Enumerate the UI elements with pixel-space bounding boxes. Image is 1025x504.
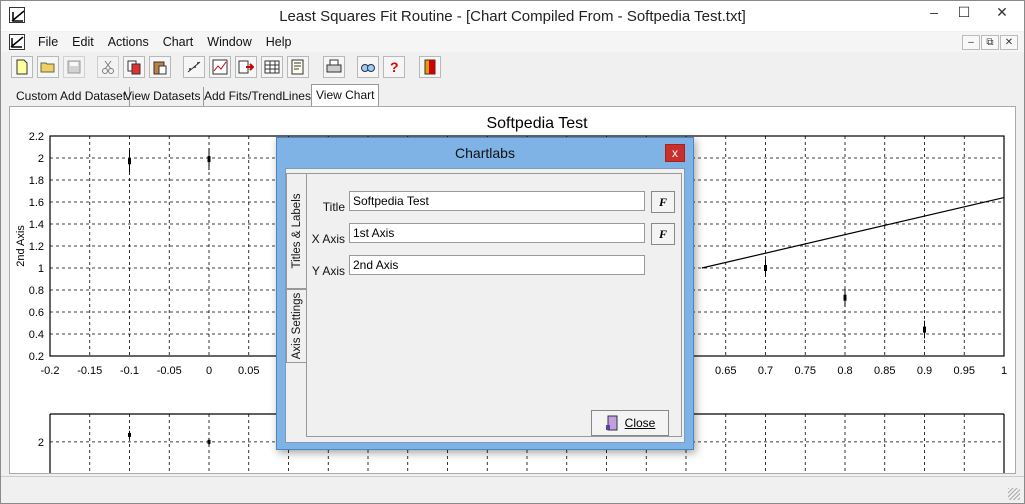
x-tick-label: -0.15 bbox=[77, 365, 102, 377]
menu-file[interactable]: File bbox=[31, 35, 65, 49]
dialog-title: Chartlabs bbox=[455, 145, 515, 161]
report-icon[interactable] bbox=[287, 56, 309, 78]
find-icon[interactable] bbox=[357, 56, 379, 78]
tab-view-chart[interactable]: View Chart bbox=[311, 84, 380, 107]
maximize-button[interactable]: ☐ bbox=[949, 1, 979, 23]
menu-edit[interactable]: Edit bbox=[65, 35, 101, 49]
menu-window[interactable]: Window bbox=[200, 35, 258, 49]
x-axis-label: X Axis bbox=[311, 232, 345, 246]
y-axis-title: 2nd Axis bbox=[15, 225, 27, 267]
tab-add-fits-trendlines[interactable]: Add Fits/TrendLines bbox=[201, 87, 315, 107]
tab-axis-settings-label: Axis Settings bbox=[290, 292, 303, 360]
y-tick-label: 1.4 bbox=[29, 219, 44, 231]
menu-bar: File Edit Actions Chart Window Help bbox=[1, 32, 1024, 52]
app-window: Least Squares Fit Routine - [Chart Compi… bbox=[0, 0, 1025, 504]
table-icon[interactable] bbox=[261, 56, 283, 78]
data-point bbox=[923, 326, 926, 333]
app-icon[interactable] bbox=[9, 7, 25, 23]
x-tick-label: 0.95 bbox=[954, 365, 975, 377]
x-axis-font-button[interactable]: F bbox=[651, 223, 675, 245]
door-icon bbox=[605, 415, 618, 431]
open-folder-icon[interactable] bbox=[37, 56, 59, 78]
data-point-2 bbox=[207, 439, 211, 444]
resize-grip[interactable] bbox=[1008, 488, 1020, 500]
x-tick-label: 0.75 bbox=[795, 365, 816, 377]
x-tick-label: 0.65 bbox=[715, 365, 736, 377]
y-tick-label: 0.4 bbox=[29, 329, 44, 341]
trend-line bbox=[701, 197, 1005, 269]
data-point-2 bbox=[128, 432, 131, 437]
y-tick-label: 1.2 bbox=[29, 241, 44, 253]
title-label: Title bbox=[322, 200, 345, 214]
data-point bbox=[128, 158, 131, 165]
chart-title: Softpedia Test bbox=[486, 115, 588, 132]
fit-icon[interactable] bbox=[183, 56, 205, 78]
title-bar: Least Squares Fit Routine - [Chart Compi… bbox=[1, 1, 1024, 31]
y-tick-label: 1.6 bbox=[29, 197, 44, 209]
mdi-child-icon[interactable] bbox=[1, 33, 31, 51]
titles-labels-panel: Title Softpedia Test F X Axis 1st Axis F… bbox=[306, 173, 682, 437]
y-tick-label: 1.8 bbox=[29, 175, 44, 187]
x-tick-label: -0.2 bbox=[41, 365, 60, 377]
new-file-icon[interactable] bbox=[11, 56, 33, 78]
chartlabs-dialog: Chartlabs x Titles & Labels Axis Setting… bbox=[276, 137, 694, 450]
tab-axis-settings[interactable]: Axis Settings bbox=[286, 289, 306, 363]
help-icon[interactable]: ? bbox=[383, 56, 405, 78]
data-point bbox=[764, 265, 767, 271]
dialog-close-icon[interactable]: x bbox=[665, 144, 685, 162]
print-icon[interactable] bbox=[323, 56, 345, 78]
window-title: Least Squares Fit Routine - [Chart Compi… bbox=[279, 7, 746, 25]
paste-icon[interactable] bbox=[149, 56, 171, 78]
x-tick-label: -0.05 bbox=[157, 365, 182, 377]
y-tick-label: 1 bbox=[38, 263, 44, 275]
x-tick-label: 0.8 bbox=[837, 365, 852, 377]
x-tick-label: 0.7 bbox=[758, 365, 773, 377]
close-button[interactable]: ✕ bbox=[983, 1, 1021, 23]
x-axis-input[interactable]: 1st Axis bbox=[349, 223, 645, 243]
menu-chart[interactable]: Chart bbox=[156, 35, 201, 49]
tab-view-datasets[interactable]: View Datasets bbox=[121, 87, 205, 107]
tab-titles-labels-label: Titles & Labels bbox=[290, 193, 303, 269]
minimize-button[interactable]: – bbox=[919, 1, 949, 23]
exit-icon[interactable] bbox=[419, 56, 441, 78]
data-point bbox=[843, 294, 847, 301]
y-tick-label-2: 2 bbox=[38, 437, 44, 449]
close-button-label: Close bbox=[624, 416, 656, 430]
y-tick-label: 2 bbox=[38, 153, 44, 165]
save-icon[interactable] bbox=[63, 56, 85, 78]
toolbar: ? bbox=[1, 54, 1024, 83]
status-bar bbox=[1, 476, 1024, 503]
copy-icon[interactable] bbox=[123, 56, 145, 78]
y-axis-label: Y Axis bbox=[311, 264, 345, 278]
menu-help[interactable]: Help bbox=[259, 35, 299, 49]
x-tick-label: 0.9 bbox=[917, 365, 932, 377]
y-tick-label: 2.2 bbox=[29, 131, 44, 143]
tab-custom-add-dataset[interactable]: Custom Add Dataset bbox=[13, 87, 131, 107]
x-tick-label: -0.1 bbox=[120, 365, 139, 377]
export-icon[interactable] bbox=[235, 56, 257, 78]
tab-strip: Custom Add Dataset View Datasets Add Fit… bbox=[1, 84, 1024, 107]
x-tick-label: 0 bbox=[206, 365, 212, 377]
y-tick-label: 0.8 bbox=[29, 285, 44, 297]
x-tick-label: 0.85 bbox=[874, 365, 895, 377]
mdi-restore-button[interactable]: ⧉ bbox=[981, 35, 999, 50]
y-tick-label: 0.6 bbox=[29, 307, 44, 319]
cut-icon[interactable] bbox=[97, 56, 119, 78]
title-font-button[interactable]: F bbox=[651, 191, 675, 213]
menu-actions[interactable]: Actions bbox=[101, 35, 156, 49]
data-point bbox=[207, 156, 211, 163]
mdi-minimize-button[interactable]: – bbox=[962, 35, 980, 50]
x-tick-label: 0.05 bbox=[238, 365, 259, 377]
close-dialog-button[interactable]: Close bbox=[591, 410, 669, 436]
dialog-body: Titles & Labels Axis Settings Title Soft… bbox=[285, 168, 685, 443]
y-tick-label: 0.2 bbox=[29, 351, 44, 363]
chart-icon[interactable] bbox=[209, 56, 231, 78]
x-tick-label: 1 bbox=[1001, 365, 1007, 377]
title-input[interactable]: Softpedia Test bbox=[349, 191, 645, 211]
y-axis-input[interactable]: 2nd Axis bbox=[349, 255, 645, 275]
svg-text:?: ? bbox=[390, 59, 399, 75]
mdi-close-button[interactable]: ✕ bbox=[1000, 35, 1018, 50]
tab-titles-labels[interactable]: Titles & Labels bbox=[286, 173, 306, 289]
